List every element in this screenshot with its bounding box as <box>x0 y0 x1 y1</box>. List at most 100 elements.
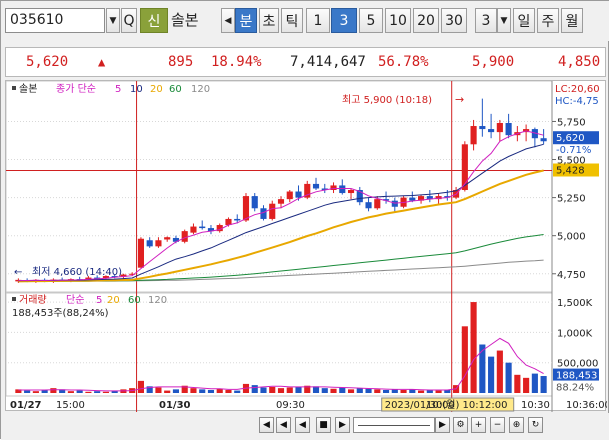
volume-bar <box>488 356 495 393</box>
search-icon[interactable]: Q <box>121 8 137 33</box>
zoom-slider[interactable] <box>353 417 435 433</box>
candle-body <box>286 191 293 200</box>
period2-button-2[interactable]: 월 <box>561 8 583 33</box>
prev-period-icon[interactable]: ◀ <box>221 8 235 33</box>
period2-button-0[interactable]: 일 <box>513 8 535 33</box>
low-price-annotation: 최저 4,660 (14:40) <box>32 266 122 278</box>
legend-ma-5: 5 <box>115 84 121 95</box>
zoom-out-icon[interactable]: ▶ <box>435 417 450 433</box>
volume-tick-label: 1,000K <box>557 328 593 339</box>
legend-volume-ma-20: 20 <box>107 295 120 306</box>
high-price-annotation: 최고 5,900 (10:18) <box>342 94 432 106</box>
period-button-1[interactable]: 초 <box>259 8 279 33</box>
candle-body <box>409 197 416 201</box>
candle-body <box>181 231 188 242</box>
candle-body <box>269 203 276 219</box>
legend-volume-title: 거래량 <box>19 294 47 306</box>
zoom-minus-icon[interactable]: − <box>490 417 505 433</box>
candle-body <box>496 122 503 133</box>
candle-body <box>146 240 153 247</box>
volume-bar <box>321 388 328 393</box>
zoom-slider-track <box>358 425 430 426</box>
period2-button-1[interactable]: 주 <box>537 8 559 33</box>
price-summary-bar: 5,620 ▲ 895 18.94% 7,414,647 56.78% 5,90… <box>5 47 606 77</box>
volume-bar <box>76 390 83 393</box>
chart-panel[interactable]: 최고 5,900 (10:18) → 최저 4,660 (14:40) ← LC:20,… <box>5 80 609 412</box>
volume-bar <box>523 377 530 393</box>
candle-body <box>470 126 477 145</box>
new-stock-button[interactable]: 신 <box>140 8 168 33</box>
candle-body <box>164 237 171 240</box>
hc-label: HC:-4,75 <box>555 96 599 107</box>
volume-bar <box>365 388 372 393</box>
candle-body <box>479 126 486 130</box>
price-tick-label: 5,750 <box>557 117 586 128</box>
settings-icon[interactable]: ⚙ <box>453 417 468 433</box>
volume-bar <box>225 389 232 393</box>
period-button-8[interactable]: 30 <box>441 8 467 33</box>
scroll-back-icon[interactable]: ◀ <box>295 417 310 433</box>
legend-volume-value: 188,453주(88,24%) <box>12 308 109 319</box>
stock-code-input[interactable]: 035610 <box>5 8 105 33</box>
price-tick-label: 5,500 <box>557 156 586 167</box>
candle-body <box>234 218 241 221</box>
up-triangle-icon: ▲ <box>98 55 106 69</box>
volume-bar <box>391 389 398 393</box>
legend-main-name: 솔본 <box>19 83 37 95</box>
volume-tick-label: 1,500K <box>557 298 593 309</box>
volume-bar <box>50 388 57 393</box>
legend-volume-ma-title: 단순 <box>66 294 84 306</box>
x-axis-label: 10:00 <box>426 400 455 411</box>
candle-body <box>190 226 197 233</box>
period-button-5[interactable]: 5 <box>359 8 383 33</box>
scroll-next-icon[interactable]: ▶ <box>335 417 350 433</box>
price-tick-label: 4,750 <box>557 270 586 281</box>
candlestick-chart[interactable]: 최고 5,900 (10:18) → 최저 4,660 (14:40) ← LC:20,… <box>5 80 609 412</box>
volume-bar <box>496 350 503 393</box>
zoom-in-icon[interactable]: + <box>471 417 486 433</box>
period-button-2[interactable]: 틱 <box>281 8 303 33</box>
chart-window: 035610 ▼ Q 신 솔본 ◀ 분 초 틱 1 3 5 10 20 30 3 ▼ 일주월 5… <box>0 0 609 440</box>
volume-bar <box>251 385 258 393</box>
candle-body <box>540 138 547 142</box>
volume-bar <box>277 388 285 393</box>
period-button-6[interactable]: 10 <box>385 8 411 33</box>
interval-field[interactable]: 3 <box>475 8 497 33</box>
toolbar: 035610 ▼ Q 신 솔본 ◀ 분 초 틱 1 3 5 10 20 30 3 ▼ 일주월 <box>1 1 609 41</box>
volume-bar <box>234 390 241 393</box>
refresh-icon[interactable]: ↻ <box>528 417 543 433</box>
price-panel <box>5 80 553 293</box>
zoom-reset-icon[interactable]: ⊕ <box>509 417 524 433</box>
new-stock-label: 신 <box>147 13 161 30</box>
x-axis-label: 09:30 <box>276 400 305 411</box>
stock-name: 솔본 <box>171 11 199 29</box>
candle-body <box>374 199 381 209</box>
period-button-7[interactable]: 20 <box>413 8 439 33</box>
volume-bar <box>461 326 468 393</box>
volume-value: 7,414,647 <box>290 54 366 70</box>
scroll-stop-icon[interactable]: ■ <box>316 417 331 433</box>
period-button-4[interactable]: 3 <box>331 8 357 33</box>
candle-body <box>505 122 512 136</box>
interval-value: 3 <box>481 12 491 29</box>
volume-bar <box>330 388 337 393</box>
x-axis-label: 10:30 <box>521 400 550 411</box>
scroll-first-icon[interactable]: ◀ <box>259 417 274 433</box>
legend-volume-ma-5: 5 <box>96 295 102 306</box>
scroll-prev-icon[interactable]: ◀ <box>276 417 291 433</box>
code-dropdown-icon[interactable]: ▼ <box>106 8 120 33</box>
legend-volume-ma-60: 60 <box>128 295 141 306</box>
legend-ma-60: 60 <box>169 84 182 95</box>
interval-dropdown-icon[interactable]: ▼ <box>497 8 511 33</box>
candle-body <box>365 202 372 209</box>
period-button-3[interactable]: 1 <box>306 8 330 33</box>
legend-ma-10: 10 <box>130 84 143 95</box>
volume-bar <box>400 389 407 393</box>
volume-bar <box>164 390 171 393</box>
volume-bar <box>347 389 355 393</box>
period-button-0[interactable]: 분 <box>235 8 257 33</box>
x-axis-label: 01/27 <box>10 400 42 411</box>
price-change: 895 <box>168 54 194 70</box>
volume-bar <box>85 391 92 393</box>
volume-pct: 56.78% <box>378 54 429 70</box>
